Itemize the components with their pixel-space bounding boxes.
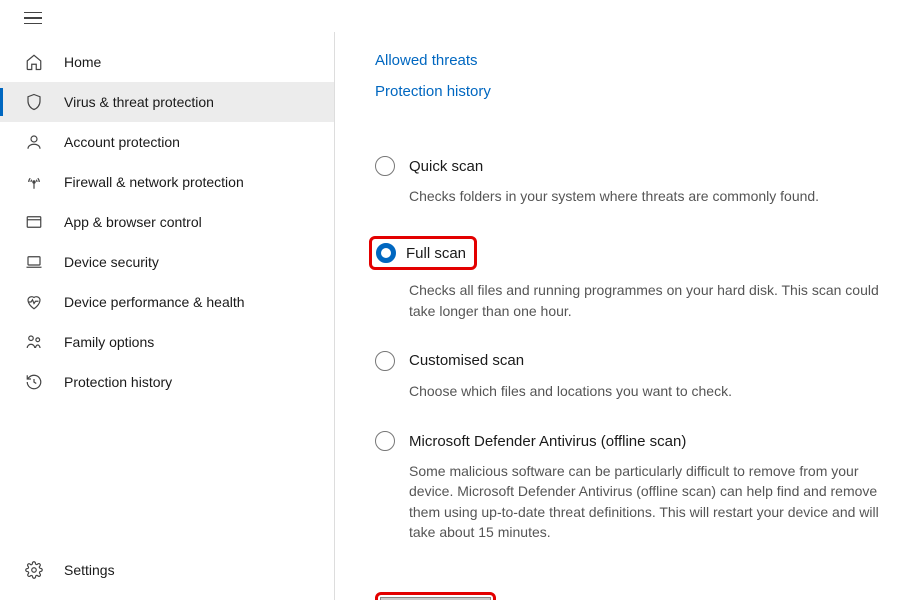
option-label: Customised scan xyxy=(409,352,524,369)
option-offline-scan: Microsoft Defender Antivirus (offline sc… xyxy=(375,431,881,542)
sidebar-item-family[interactable]: Family options xyxy=(0,322,334,362)
sidebar: Home Virus & threat protection Account p… xyxy=(0,32,335,600)
radio-icon xyxy=(375,351,395,371)
option-quick-scan: Quick scan Checks folders in your system… xyxy=(375,156,881,206)
radio-row-customised-scan[interactable]: Customised scan xyxy=(375,351,881,371)
highlight-red-box: Scan now xyxy=(375,592,496,600)
sidebar-item-label: Device security xyxy=(64,254,159,270)
sidebar-item-settings[interactable]: Settings xyxy=(0,550,334,590)
sidebar-item-device-performance[interactable]: Device performance & health xyxy=(0,282,334,322)
option-desc: Checks all files and running programmes … xyxy=(409,280,879,321)
sidebar-item-label: Settings xyxy=(64,562,115,578)
gear-icon xyxy=(24,561,44,579)
sidebar-item-label: Firewall & network protection xyxy=(64,174,244,190)
sidebar-item-label: Home xyxy=(64,54,101,70)
radio-row-offline-scan[interactable]: Microsoft Defender Antivirus (offline sc… xyxy=(375,431,881,451)
option-full-scan: Full scan Checks all files and running p… xyxy=(375,236,881,321)
shield-icon xyxy=(24,93,44,111)
option-desc: Choose which files and locations you wan… xyxy=(409,381,879,401)
option-desc: Checks folders in your system where thre… xyxy=(409,186,879,206)
radio-icon xyxy=(375,156,395,176)
option-customised-scan: Customised scan Choose which files and l… xyxy=(375,351,881,401)
sidebar-item-protection-history[interactable]: Protection history xyxy=(0,362,334,402)
radio-row-full-scan[interactable]: Full scan xyxy=(376,243,466,263)
option-label: Microsoft Defender Antivirus (offline sc… xyxy=(409,433,686,450)
nav: Home Virus & threat protection Account p… xyxy=(0,42,334,550)
history-icon xyxy=(24,373,44,391)
family-icon xyxy=(24,333,44,351)
option-desc: Some malicious software can be particula… xyxy=(409,461,879,542)
sidebar-item-app-browser[interactable]: App & browser control xyxy=(0,202,334,242)
heart-pulse-icon xyxy=(24,293,44,311)
antenna-icon xyxy=(24,173,44,191)
sidebar-item-virus-threat[interactable]: Virus & threat protection xyxy=(0,82,334,122)
sidebar-item-device-security[interactable]: Device security xyxy=(0,242,334,282)
window-icon xyxy=(24,213,44,231)
radio-icon xyxy=(375,431,395,451)
radio-icon xyxy=(376,243,396,263)
sidebar-item-firewall[interactable]: Firewall & network protection xyxy=(0,162,334,202)
laptop-icon xyxy=(24,253,44,271)
main-content: Allowed threats Protection history Quick… xyxy=(335,32,911,600)
person-icon xyxy=(24,133,44,151)
sidebar-item-label: Protection history xyxy=(64,374,172,390)
sidebar-item-home[interactable]: Home xyxy=(0,42,334,82)
hamburger-menu-icon[interactable] xyxy=(24,4,52,32)
highlight-red-box: Full scan xyxy=(369,236,477,270)
sidebar-item-label: Account protection xyxy=(64,134,180,150)
radio-row-quick-scan[interactable]: Quick scan xyxy=(375,156,881,176)
home-icon xyxy=(24,53,44,71)
link-protection-history[interactable]: Protection history xyxy=(375,83,881,100)
sidebar-item-label: App & browser control xyxy=(64,214,202,230)
sidebar-item-label: Family options xyxy=(64,334,154,350)
sidebar-item-label: Device performance & health xyxy=(64,294,245,310)
option-label: Quick scan xyxy=(409,158,483,175)
option-label: Full scan xyxy=(406,245,466,262)
link-allowed-threats[interactable]: Allowed threats xyxy=(375,52,881,69)
scan-options: Quick scan Checks folders in your system… xyxy=(375,156,881,542)
sidebar-item-label: Virus & threat protection xyxy=(64,94,214,110)
sidebar-item-account[interactable]: Account protection xyxy=(0,122,334,162)
